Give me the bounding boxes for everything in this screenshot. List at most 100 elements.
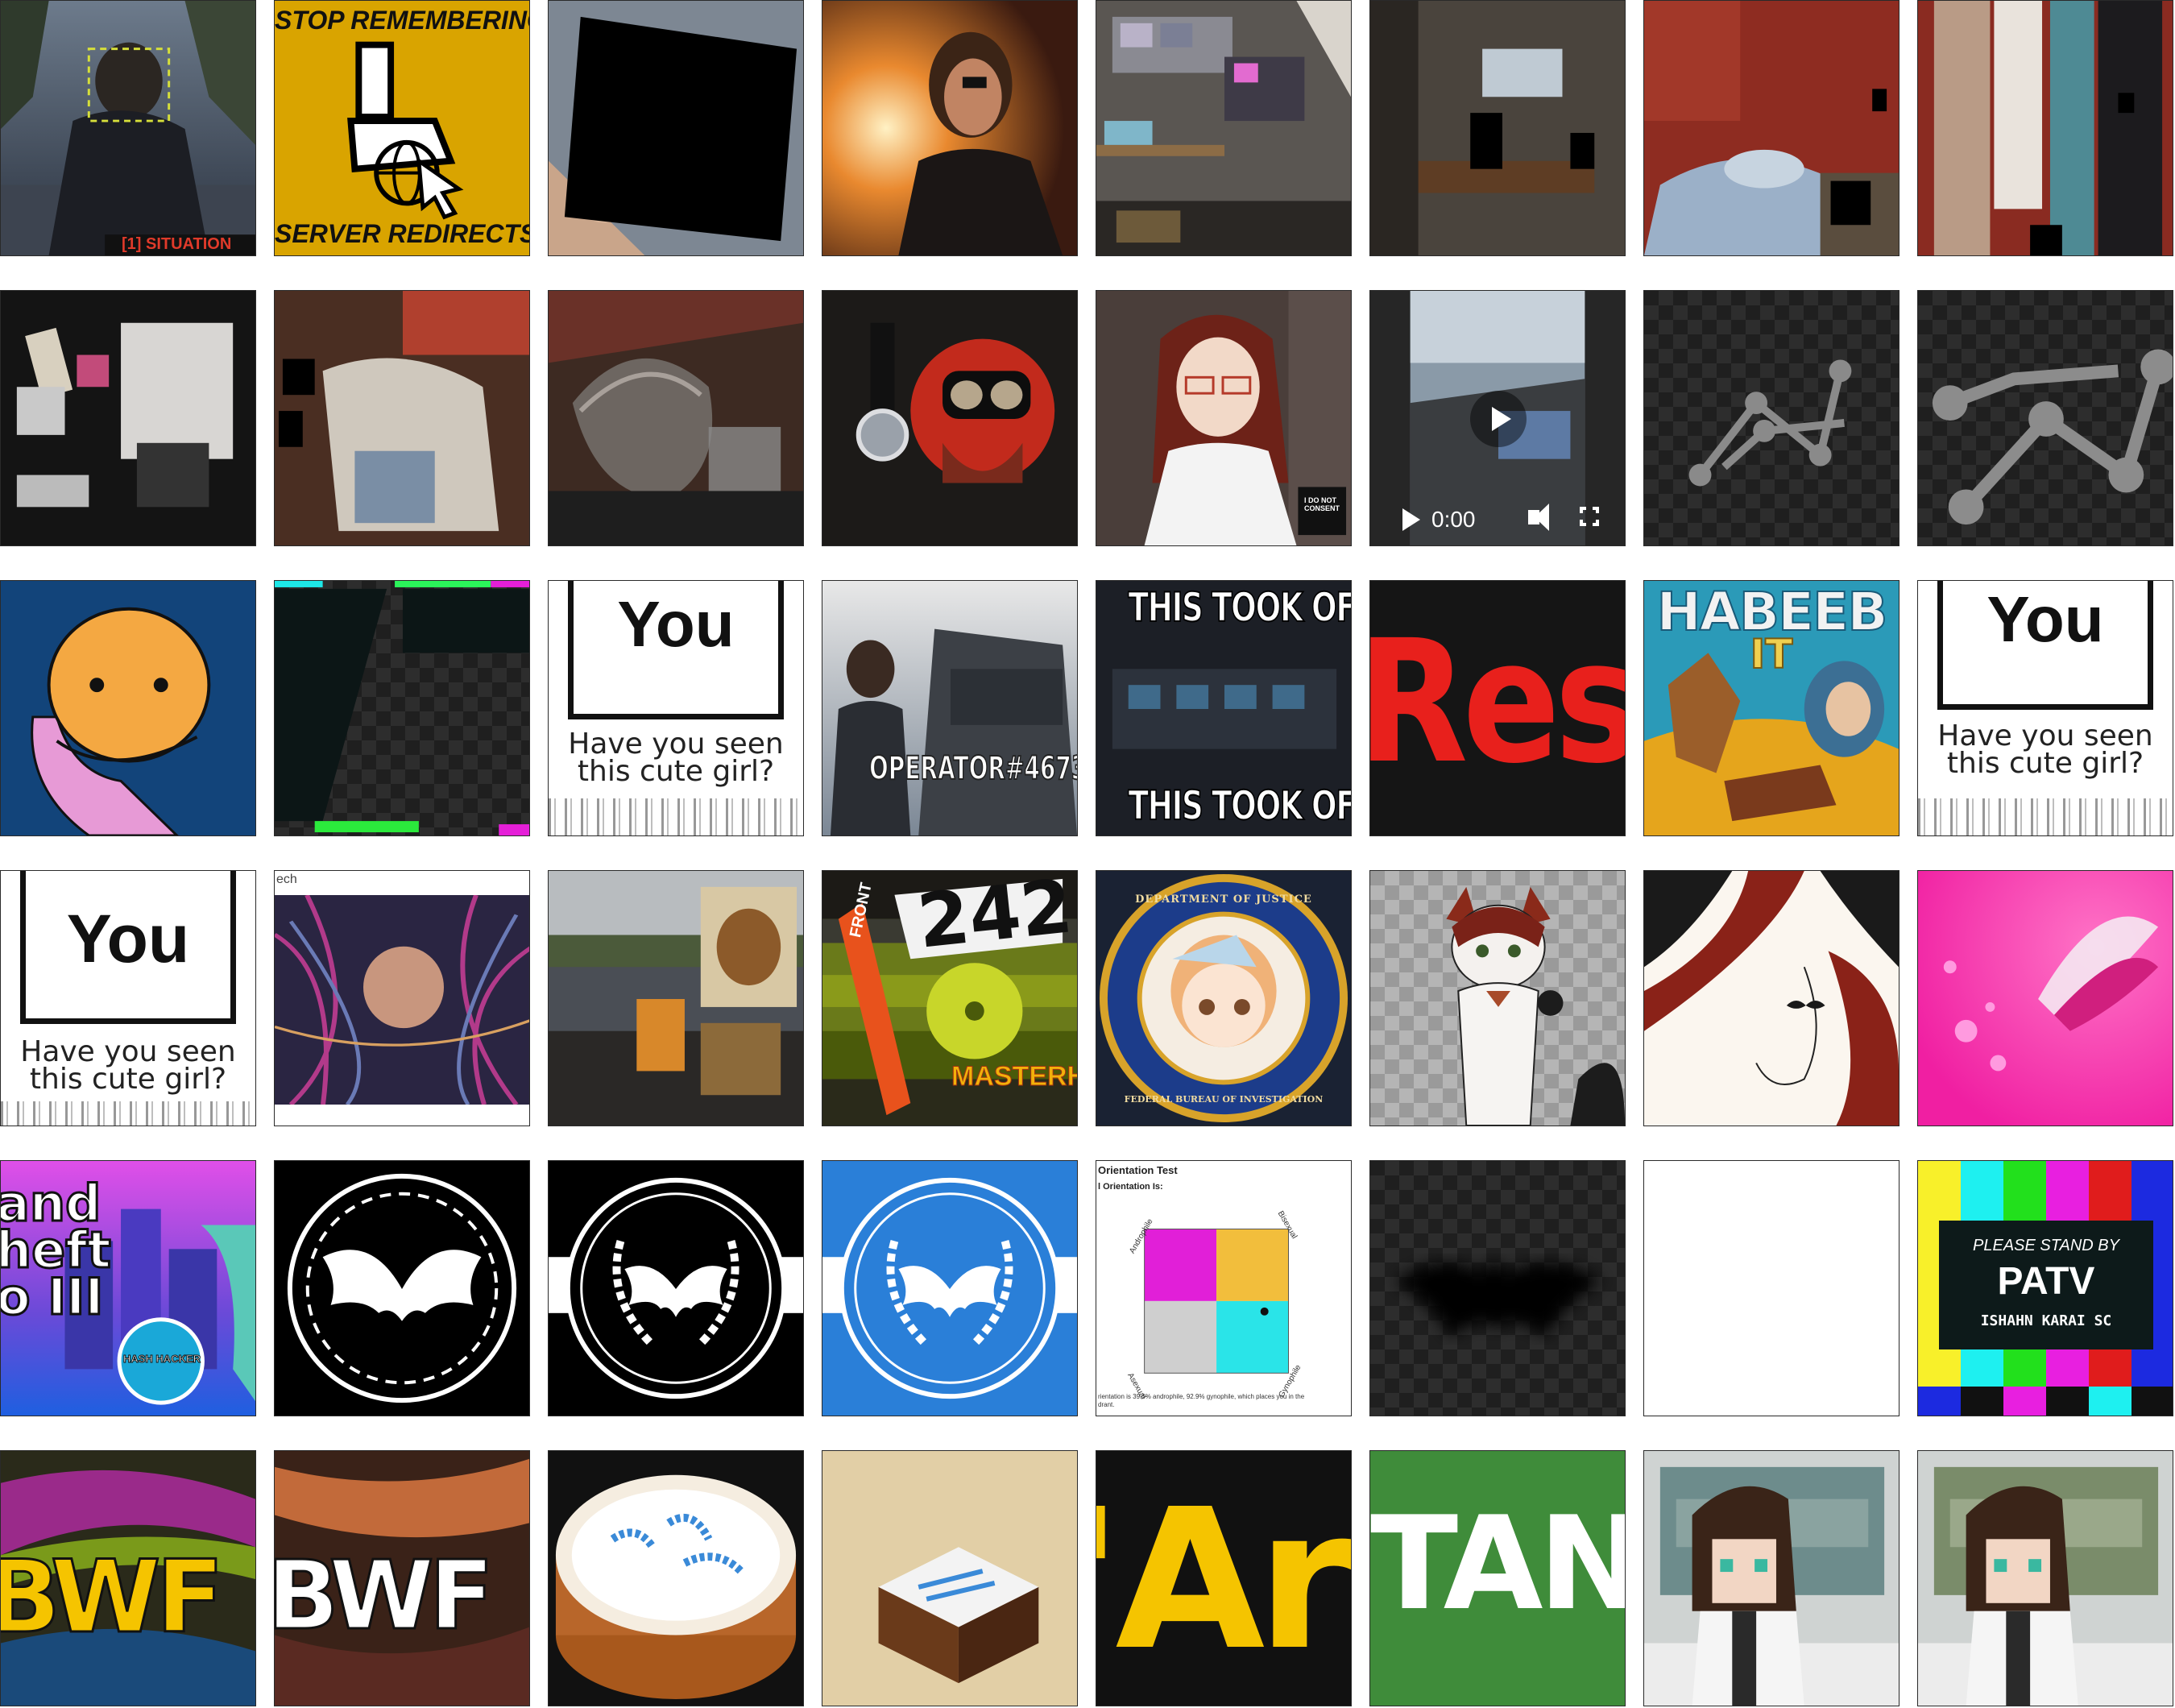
gallery-thumb-r4c7[interactable] (1643, 870, 1900, 1126)
gallery-thumb-r3c6[interactable]: Res (1369, 580, 1626, 836)
gallery-thumb-r1c4[interactable] (822, 0, 1078, 256)
gallery-thumb-r4c1[interactable]: You Have you seen this cute girl? (0, 870, 256, 1126)
gallery-thumb-r1c3[interactable] (548, 0, 804, 256)
gallery-thumb-r6c1[interactable]: BWF (0, 1450, 256, 1706)
photo-thumbnail (822, 581, 1077, 835)
pixel-cake-box-icon (878, 1547, 1039, 1684)
gallery-thumb-r1c7[interactable] (1643, 0, 1900, 256)
gallery-thumb-r2c1[interactable] (0, 290, 256, 546)
gallery-thumb-r5c7[interactable] (1643, 1160, 1900, 1416)
gallery-thumb-r3c8[interactable]: You Have you seen this cute girl? (1917, 580, 2173, 836)
smiley-hand-icon (31, 607, 211, 835)
album-number: 242 (913, 870, 1077, 965)
game-badge: HASH HACKER (122, 1353, 201, 1366)
photo-thumbnail (822, 291, 1077, 545)
photo-thumbnail (275, 895, 529, 1105)
chart-footnote-line1: rientation is 39.3% androphile, 92.9% gy… (1098, 1393, 1305, 1400)
gallery-thumb-r3c7[interactable]: HABEEB IT (1643, 580, 1900, 836)
gallery-thumb-r3c4[interactable]: OPERATOR#4673 (822, 580, 1078, 836)
gallery-thumb-r2c3[interactable] (548, 290, 804, 546)
gallery-thumb-r6c6[interactable]: TAN (1369, 1450, 1626, 1706)
gallery-thumb-r5c5[interactable]: Orientation Test l Orientation Is: Andro… (1096, 1160, 1352, 1416)
gallery-thumb-r3c2[interactable] (274, 580, 530, 836)
volume-cone (1535, 504, 1549, 531)
caption-fragment: [1] SITUATION (122, 235, 232, 253)
gallery-thumb-r2c6[interactable]: 0:00 (1369, 290, 1626, 546)
stand-by-line1: PLEASE STAND BY (1973, 1237, 2119, 1254)
gallery-thumb-r6c2[interactable]: BWF (274, 1450, 530, 1706)
gallery-thumb-r1c8[interactable] (1917, 0, 2173, 256)
logo-crop-text: Res (1369, 603, 1626, 801)
top-text: THIS TOOK OFF (1128, 583, 1352, 632)
gallery-thumb-r6c5[interactable]: 'Ar (1096, 1450, 1352, 1706)
comic-subtitle: IT (1750, 630, 1794, 678)
gallery-thumb-r6c3[interactable] (548, 1450, 804, 1706)
gallery-thumb-r4c8[interactable] (1917, 870, 2173, 1126)
gallery-thumb-r2c7[interactable] (1643, 290, 1900, 546)
you-subtitle: Have you seen this cute girl? (1918, 722, 2173, 780)
winged-emblem-icon (287, 1173, 517, 1403)
play-overlay-button[interactable] (1470, 391, 1527, 447)
video-time: 0:00 (1431, 507, 1476, 532)
gallery-thumb-r2c4[interactable] (822, 290, 1078, 546)
gallery-thumb-r2c2[interactable] (274, 290, 530, 546)
seal-top-text: DEPARTMENT OF JUSTICE (1135, 893, 1312, 906)
gallery-thumb-r6c4[interactable] (822, 1450, 1078, 1706)
wreath-emblem-icon (822, 1177, 1077, 1399)
illustration-thumbnail (1446, 886, 1625, 1126)
header-fragment: ech (276, 873, 297, 886)
pixel-cake-icon (555, 1474, 797, 1700)
gallery-thumb-r1c5[interactable] (1096, 0, 1352, 256)
glitch-text: BWF (0, 1539, 226, 1657)
pixel-character-thumbnail (1644, 1451, 1899, 1706)
you-title: You (617, 588, 735, 660)
gallery-thumb-r4c2[interactable]: ech (274, 870, 530, 1126)
gallery-thumb-r3c1[interactable] (0, 580, 256, 836)
gallery-thumb-r2c5[interactable]: I DO NOT CONSENT (1096, 290, 1352, 546)
album-footer: MASTERHIT (951, 1061, 1077, 1092)
photo-thumbnail (1096, 1, 1351, 255)
gallery-thumb-r5c2[interactable] (274, 1160, 530, 1416)
gallery-thumb-r5c1[interactable]: and heft o III HASH HACKER (0, 1160, 256, 1416)
gallery-thumb-r3c5[interactable]: THIS TOOK OFF THIS TOOK OFF (1096, 580, 1352, 836)
redacted-photo-thumbnail (275, 291, 529, 545)
chart-footnote-line2: drant. (1098, 1401, 1115, 1408)
broken-graph-icon (1932, 349, 2173, 525)
play-button[interactable] (1402, 508, 1420, 531)
stand-by-panel: PLEASE STAND BY PATV ISHAHN KARAI SC (1939, 1221, 2153, 1349)
repeated-text-strip (1, 1101, 255, 1126)
fullscreen-icon[interactable] (1580, 507, 1599, 526)
gallery-thumb-r1c2[interactable]: STOP REMEMBERING SERVER REDIRECTS (274, 0, 530, 256)
test-card-bottom-bars (1918, 1387, 2173, 1416)
gallery-thumb-r5c8[interactable]: PLEASE STAND BY PATV ISHAHN KARAI SC (1917, 1160, 2173, 1416)
gallery-thumb-r1c1[interactable]: [1] SITUATION (0, 0, 256, 256)
gallery-thumb-r6c8[interactable] (1917, 1450, 2173, 1706)
gallery-thumb-r5c6[interactable] (1369, 1160, 1626, 1416)
you-subtitle-line2: this cute girl? (1946, 747, 2144, 780)
bottom-text: SERVER REDIRECTS (275, 219, 530, 248)
you-subtitle: Have you seen this cute girl? (1, 1035, 255, 1094)
gallery-thumb-r2c8[interactable] (1917, 290, 2173, 546)
gallery-thumb-r3c3[interactable]: You Have you seen this cute girl? (548, 580, 804, 836)
gallery-thumb-r4c4[interactable]: 242 FRONT MASTERHIT (822, 870, 1078, 1126)
photo-thumbnail (1, 291, 255, 545)
illustration-thumbnail (1644, 871, 1899, 1126)
you-subtitle-line2: this cute girl? (577, 755, 775, 788)
you-frame: You (1937, 581, 2153, 710)
overlay-text: OPERATOR#4673 (868, 749, 1078, 788)
photo-thumbnail (549, 871, 803, 1126)
shadow-silhouette (1394, 1261, 1603, 1337)
gallery-thumb-r4c3[interactable] (548, 870, 804, 1126)
gallery-thumb-r1c6[interactable] (1369, 0, 1626, 256)
redacted-photo-thumbnail (1918, 1, 2173, 255)
gallery-thumb-r5c4[interactable] (822, 1160, 1078, 1416)
gallery-thumb-r5c3[interactable] (548, 1160, 804, 1416)
wreath-emblem-icon (549, 1177, 803, 1399)
redacted-photo-thumbnail (549, 1, 803, 255)
you-subtitle-line1: Have you seen (20, 1035, 236, 1068)
you-frame: You (568, 581, 784, 719)
gallery-thumb-r4c5[interactable]: DEPARTMENT OF JUSTICE FEDERAL BUREAU OF … (1096, 870, 1352, 1126)
you-title: You (1986, 583, 2104, 655)
gallery-thumb-r6c7[interactable] (1643, 1450, 1900, 1706)
gallery-thumb-r4c6[interactable] (1369, 870, 1626, 1126)
